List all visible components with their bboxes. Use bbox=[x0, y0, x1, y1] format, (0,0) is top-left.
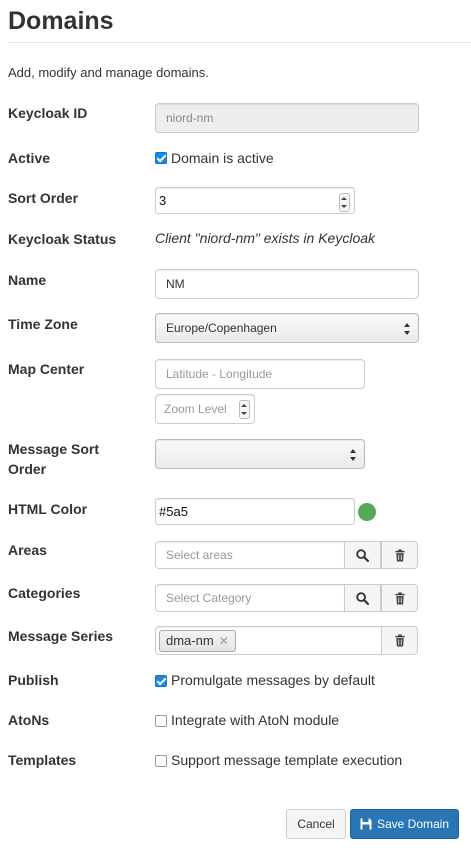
cancel-button-label: Cancel bbox=[297, 817, 335, 831]
close-icon[interactable]: ✕ bbox=[219, 631, 229, 651]
active-checkbox[interactable] bbox=[155, 152, 167, 164]
keycloak-id-field: niord-nm bbox=[155, 103, 419, 133]
message-series-tag: dma-nm ✕ bbox=[159, 630, 236, 652]
keycloak-status-text: Client "niord-nm" exists in Keycloak bbox=[155, 230, 376, 246]
active-label: Active bbox=[8, 150, 51, 166]
message-sort-order-select[interactable] bbox=[155, 439, 365, 469]
name-input[interactable]: NM bbox=[155, 269, 419, 299]
search-icon bbox=[356, 548, 369, 562]
areas-select-input[interactable]: Select areas bbox=[155, 541, 345, 569]
atons-checkbox[interactable] bbox=[155, 715, 167, 727]
title-divider bbox=[8, 42, 471, 43]
templates-label: Templates bbox=[8, 752, 77, 768]
zoom-placeholder: Zoom Level bbox=[164, 402, 227, 416]
message-series-tag-label: dma-nm bbox=[166, 633, 214, 648]
page-title: Domains bbox=[8, 7, 114, 35]
areas-label: Areas bbox=[8, 542, 47, 558]
trash-icon bbox=[394, 548, 405, 562]
message-sort-order-label: Message Sort bbox=[8, 441, 100, 457]
search-icon bbox=[356, 591, 369, 605]
templates-checkbox[interactable] bbox=[155, 755, 167, 767]
time-zone-select[interactable]: Europe/Copenhagen bbox=[155, 313, 419, 343]
trash-icon bbox=[394, 634, 405, 647]
select-arrows-icon bbox=[350, 449, 356, 461]
map-center-latlon-input[interactable]: Latitude - Longitude bbox=[155, 359, 365, 389]
time-zone-label: Time Zone bbox=[8, 316, 78, 332]
save-domain-button-label: Save Domain bbox=[376, 817, 450, 831]
areas-clear-button[interactable] bbox=[381, 541, 418, 569]
publish-checkbox[interactable] bbox=[155, 675, 167, 687]
save-domain-button[interactable]: Save Domain bbox=[350, 809, 459, 839]
atons-label: AtoNs bbox=[8, 712, 50, 728]
message-sort-order-label-line2: Order bbox=[8, 461, 47, 477]
spinner-arrows-icon[interactable] bbox=[239, 400, 250, 419]
trash-icon bbox=[394, 591, 405, 605]
categories-clear-button[interactable] bbox=[381, 584, 418, 612]
atons-checkbox-label[interactable]: Integrate with AtoN module bbox=[171, 712, 339, 728]
message-series-label: Message Series bbox=[8, 628, 114, 644]
message-series-select-input[interactable]: dma-nm ✕ bbox=[155, 626, 382, 655]
publish-label: Publish bbox=[8, 672, 59, 688]
sort-order-value: 3 bbox=[159, 193, 167, 208]
keycloak-id-label: Keycloak ID bbox=[8, 105, 88, 121]
select-arrows-icon bbox=[404, 323, 410, 335]
time-zone-value: Europe/Copenhagen bbox=[166, 321, 277, 335]
active-checkbox-label[interactable]: Domain is active bbox=[171, 150, 274, 166]
color-swatch bbox=[358, 503, 376, 521]
publish-checkbox-label[interactable]: Promulgate messages by default bbox=[171, 672, 375, 688]
sort-order-label: Sort Order bbox=[8, 190, 79, 206]
areas-search-button[interactable] bbox=[344, 541, 381, 569]
map-center-zoom-input[interactable]: Zoom Level bbox=[155, 394, 255, 424]
categories-label: Categories bbox=[8, 585, 81, 601]
map-center-label: Map Center bbox=[8, 361, 85, 377]
templates-checkbox-label[interactable]: Support message template execution bbox=[171, 752, 402, 768]
spinner-arrows-icon[interactable] bbox=[339, 193, 350, 212]
html-color-label: HTML Color bbox=[8, 501, 88, 517]
page-intro: Add, modify and manage domains. bbox=[8, 65, 209, 80]
html-color-input[interactable]: #5a5 bbox=[155, 498, 355, 525]
keycloak-status-label: Keycloak Status bbox=[8, 231, 117, 247]
name-label: Name bbox=[8, 272, 47, 288]
cancel-button[interactable]: Cancel bbox=[286, 809, 346, 839]
floppy-disk-icon bbox=[360, 818, 372, 830]
message-series-clear-button[interactable] bbox=[381, 626, 418, 655]
sort-order-input[interactable]: 3 bbox=[155, 187, 355, 214]
categories-select-input[interactable]: Select Category bbox=[155, 584, 345, 612]
categories-search-button[interactable] bbox=[344, 584, 381, 612]
